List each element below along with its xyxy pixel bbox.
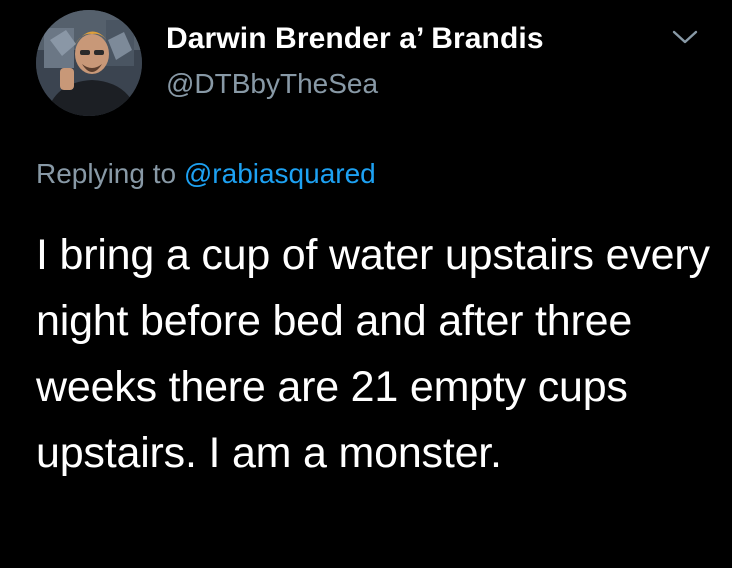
chevron-down-icon[interactable] xyxy=(668,24,702,48)
tweet-card: Darwin Brender a’ Brandis @DTBbyTheSea R… xyxy=(0,0,732,568)
author-handle[interactable]: @DTBbyTheSea xyxy=(166,68,378,100)
avatar-photo xyxy=(36,10,142,116)
replying-to: Replying to @rabiasquared xyxy=(36,158,376,190)
tweet-text: I bring a cup of water upstairs every ni… xyxy=(36,231,710,477)
author-display-name[interactable]: Darwin Brender a’ Brandis xyxy=(166,22,544,56)
avatar[interactable] xyxy=(36,10,142,116)
replying-to-label: Replying to xyxy=(36,158,184,189)
reply-mention-link[interactable]: @rabiasquared xyxy=(184,158,376,189)
